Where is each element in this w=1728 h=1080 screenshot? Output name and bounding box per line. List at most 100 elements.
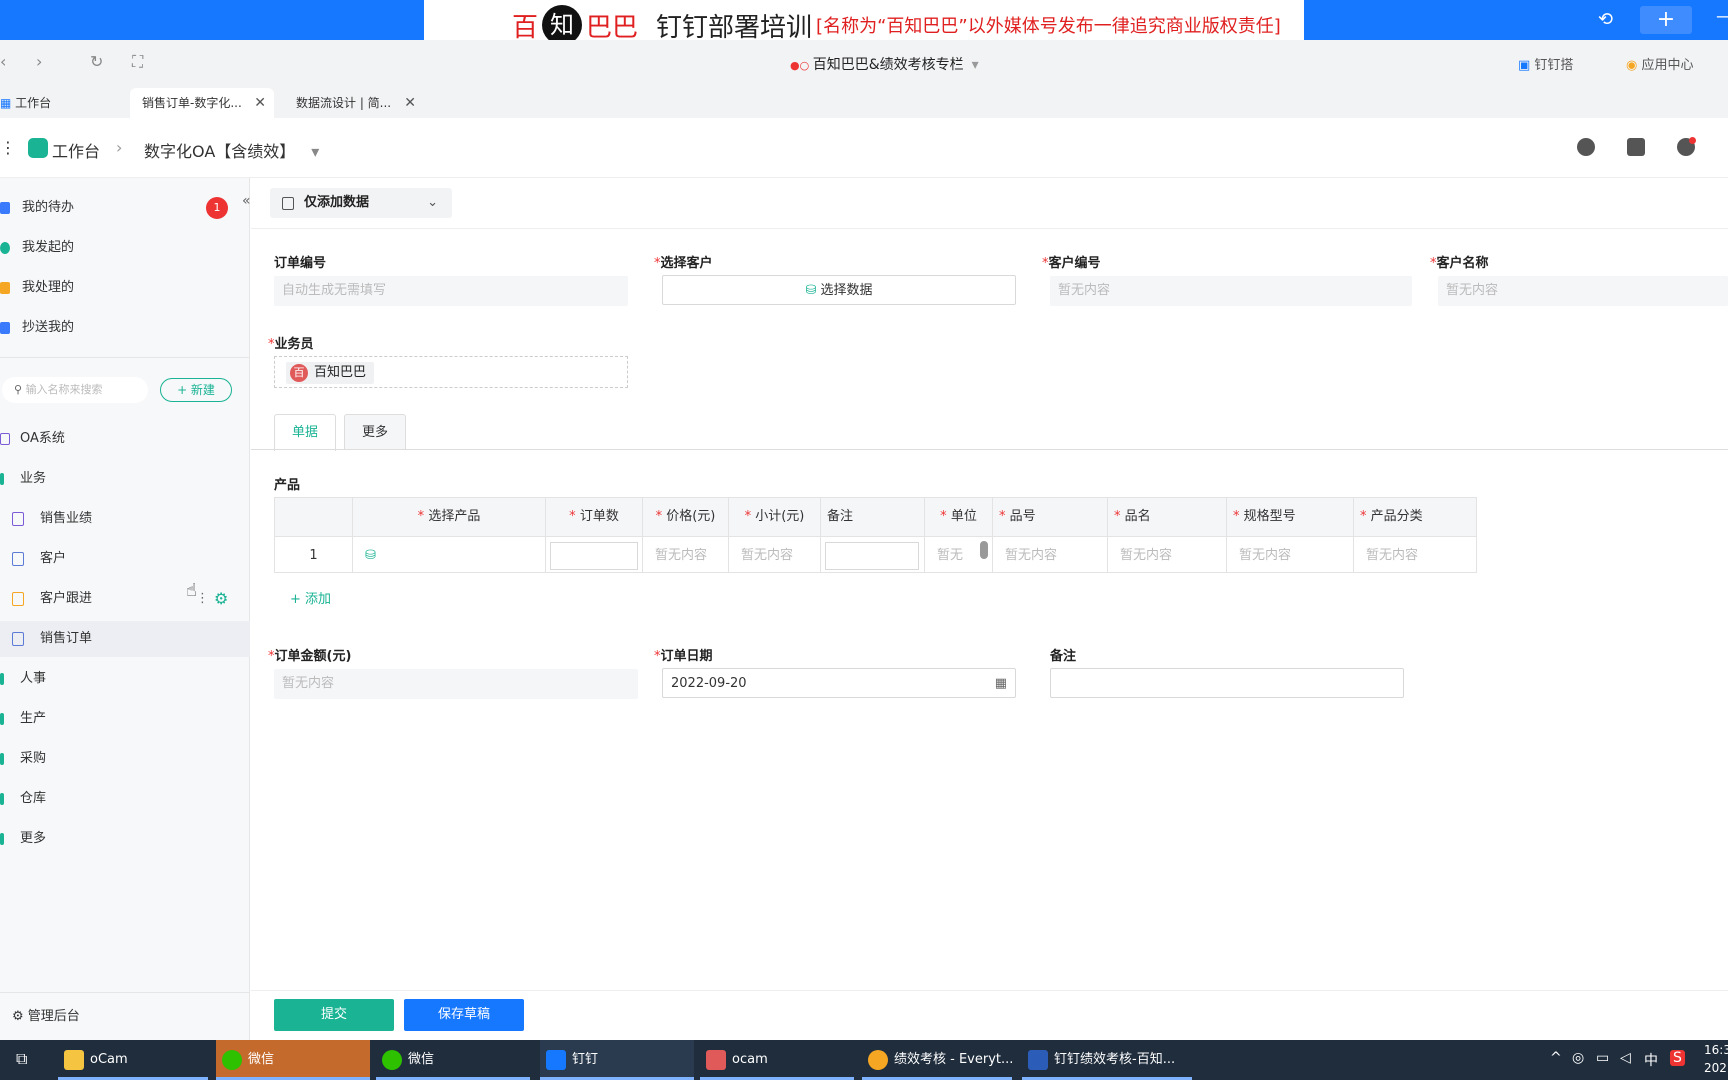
product-section-label: 产品 (274, 478, 301, 493)
customer-no-label: *客户编号 (1042, 256, 1101, 271)
taskbar-item-ocam[interactable]: oCam (58, 1040, 208, 1080)
refresh-icon[interactable]: ↻ (90, 52, 103, 71)
table-header: * 价格(元) (643, 498, 729, 536)
spec-cell: 暂无内容 (1227, 536, 1354, 573)
compass-icon[interactable] (1577, 138, 1595, 156)
taskbar-item-word[interactable]: 钉钉绩效考核-百知... (1022, 1040, 1192, 1080)
forward-icon[interactable]: › (36, 52, 42, 71)
customer-no-input[interactable]: 暂无内容 (1050, 276, 1412, 306)
admin-console[interactable]: ⚙ 管理后台 (0, 992, 250, 1040)
network-icon[interactable]: ▭ (1596, 1050, 1609, 1066)
taskbar-item-everything[interactable]: 绩效考核 - Everyt... (862, 1040, 1013, 1080)
customer-name-input[interactable]: 暂无内容 (1438, 276, 1728, 306)
divider (251, 228, 1728, 229)
submit-button[interactable]: 提交 (274, 999, 394, 1031)
dingda-link[interactable]: ▣ 钉钉搭 (1518, 54, 1573, 73)
breadcrumb-home[interactable]: 工作台 (52, 138, 100, 162)
sidebar-item-sales-performance[interactable]: 销售业绩 (0, 501, 250, 537)
sidebar-group-hr[interactable]: 人事 (0, 661, 250, 697)
sidebar-item-sales-order[interactable]: 销售订单 (0, 621, 250, 657)
gear-icon: ⚙ (12, 1009, 28, 1024)
mode-select[interactable]: 仅添加数据 ⌄ (270, 188, 452, 218)
form-icon (12, 552, 24, 566)
document-icon (282, 197, 294, 210)
history-icon[interactable]: ⟲ (1598, 9, 1613, 30)
amount-input[interactable]: 暂无内容 (274, 669, 638, 699)
menu-icon[interactable]: ⋮ (0, 138, 16, 157)
tab-workbench[interactable]: ▦ 工作台 (0, 88, 124, 118)
more-vertical-icon[interactable]: ⋮ (196, 581, 209, 617)
tabs-divider (251, 449, 1728, 450)
order-no-input[interactable]: 自动生成无需填写 (274, 276, 628, 306)
product-table: * 选择产品 * 订单数 * 价格(元) * 小计(元) 备注 * 单位 * 品… (274, 497, 1477, 573)
tab-dataflow[interactable]: 数据流设计 | 简... ✕ (284, 88, 424, 118)
sidebar-item-initiated[interactable]: 我发起的 (0, 230, 250, 266)
todo-badge: 1 (206, 197, 228, 219)
tab-more[interactable]: 更多 (344, 414, 406, 450)
remark-input[interactable] (1050, 668, 1404, 698)
task-view-icon[interactable]: ⧉ (16, 1049, 27, 1069)
volume-icon[interactable]: ◁ (1620, 1050, 1631, 1066)
app-center-link[interactable]: ◉ 应用中心 (1626, 54, 1694, 73)
table-header: * 产品分类 (1354, 498, 1476, 536)
tray-chevron-icon[interactable]: ^ (1550, 1050, 1562, 1066)
order-date-input[interactable]: 2022-09-20 ▦ (662, 668, 1016, 698)
quantity-input[interactable] (550, 542, 638, 570)
wechat-icon (222, 1050, 242, 1070)
sidebar-search-input[interactable]: ⚲ 输入名称来搜索 (2, 377, 148, 403)
new-window-button[interactable]: + (1640, 6, 1692, 34)
minimize-icon[interactable]: — (1716, 6, 1728, 27)
taskbar-item-wechat[interactable]: 微信 (216, 1040, 370, 1080)
sidebar-group-production[interactable]: 生产 (0, 701, 250, 737)
clock-date[interactable]: 202 (1704, 1061, 1727, 1075)
category-cell: 暂无内容 (1354, 536, 1476, 573)
customer-name-label: *客户名称 (1430, 256, 1489, 271)
add-row-button[interactable]: + 添加 (290, 588, 331, 607)
calendar-icon[interactable]: ▦ (995, 669, 1007, 697)
sidebar-group-more[interactable]: 更多 (0, 821, 250, 857)
order-date-label: *订单日期 (654, 649, 713, 664)
save-draft-button[interactable]: 保存草稿 (404, 999, 524, 1031)
close-icon[interactable]: ✕ (404, 88, 416, 118)
dingtalk-icon (546, 1050, 566, 1070)
scrollbar-handle[interactable] (980, 541, 988, 559)
breadcrumb-app[interactable]: 数字化OA【含绩效】 ▾ (144, 138, 319, 162)
fullscreen-icon[interactable]: ⛶ (132, 52, 143, 72)
data-icon[interactable]: ⛁ (365, 548, 376, 563)
sidebar-item-cc[interactable]: 抄送我的 (0, 310, 250, 346)
avatar: 百 (290, 364, 308, 382)
table-header: 备注 (821, 498, 925, 536)
org-title[interactable]: ●○ 百知巴巴&绩效考核专栏 ▾ (790, 54, 979, 74)
folder-icon (0, 793, 4, 805)
tab-sales-order[interactable]: 销售订单-数字化... ✕ (130, 88, 274, 118)
ime-indicator[interactable]: 中 (1644, 1050, 1658, 1070)
back-icon[interactable]: ‹ (0, 52, 6, 71)
sidebar-item-handled[interactable]: 我处理的 (0, 270, 250, 306)
book-icon[interactable] (1627, 138, 1645, 156)
sidebar-item-customer-followup[interactable]: 客户跟进 ⋮ ⚙ (0, 581, 250, 617)
select-product-cell[interactable]: ⛁ (353, 536, 546, 573)
select-customer-button[interactable]: ⛁ 选择数据 (662, 275, 1016, 305)
tab-document[interactable]: 单据 (274, 414, 336, 451)
banner-notice: [名称为“百知巴巴”以外媒体号发布一律追究商业版权责任] (816, 16, 1281, 37)
play-icon (0, 242, 10, 254)
close-icon[interactable]: ✕ (254, 88, 266, 118)
taskbar-item-wechat-2[interactable]: 微信 (376, 1040, 530, 1080)
gear-icon[interactable]: ⚙ (214, 581, 228, 617)
sidebar-group-purchase[interactable]: 采购 (0, 741, 250, 777)
collapse-sidebar-icon[interactable]: « (242, 193, 251, 209)
salesperson-tag[interactable]: 百百知巴巴 (286, 362, 375, 384)
taskbar-item-dingtalk[interactable]: 钉钉 (540, 1040, 694, 1080)
new-button[interactable]: + 新建 (160, 378, 232, 402)
notification-dot (1689, 137, 1696, 144)
sidebar-group-warehouse[interactable]: 仓库 (0, 781, 250, 817)
clock-time[interactable]: 16:3 (1704, 1043, 1728, 1057)
sogou-icon[interactable]: S (1670, 1050, 1685, 1066)
remark-input[interactable] (825, 542, 919, 570)
globe-icon[interactable]: ◎ (1572, 1050, 1584, 1066)
taskbar-item-ocam-2[interactable]: ocam (700, 1040, 854, 1080)
app-logo-icon (28, 138, 48, 158)
sidebar-item-customer[interactable]: 客户 (0, 541, 250, 577)
sidebar-group-business[interactable]: 业务 (0, 461, 250, 497)
sidebar-group-oa[interactable]: OA系统 (0, 421, 250, 457)
